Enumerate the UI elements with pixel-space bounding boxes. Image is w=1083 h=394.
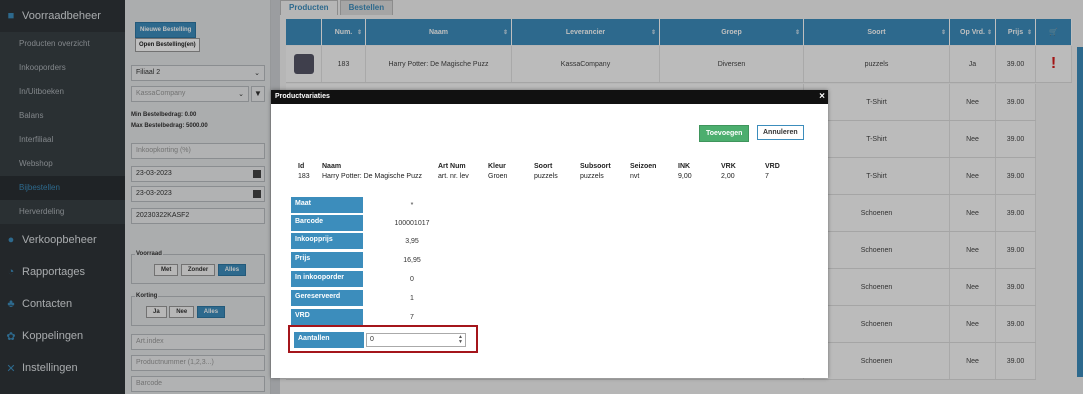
info-label: Subsoort xyxy=(580,163,611,170)
info-artnum: Art Num art. nr. lev xyxy=(438,163,469,180)
info-subsoort: Subsoort puzzels xyxy=(580,163,611,180)
close-icon[interactable]: × xyxy=(819,91,825,102)
info-seizoen: Seizoen nvt xyxy=(630,163,656,180)
prop-label: Maat xyxy=(291,197,363,213)
info-value: Groen xyxy=(488,173,508,180)
prop-vrd: VRD 7 xyxy=(291,309,461,325)
quantity-value: 0 xyxy=(370,336,374,343)
prop-value: * xyxy=(410,201,414,209)
info-vrk: VRK 2,00 xyxy=(721,163,736,180)
info-value: nvt xyxy=(630,173,640,180)
info-label: Id xyxy=(298,163,305,170)
toevoegen-button[interactable]: Toevoegen xyxy=(699,125,750,142)
prop-value: 16,95 xyxy=(403,256,421,264)
prop-label: VRD xyxy=(291,309,363,325)
prop-value: 1 xyxy=(410,294,414,302)
app-window: ■ Voorraadbeheer Producten overzicht Ink… xyxy=(0,0,1083,394)
productvariaties-modal: Productvariaties × Toevoegen Annuleren I… xyxy=(271,90,828,378)
info-label: INK xyxy=(678,163,691,170)
quantity-stepper[interactable]: 0 ▲ ▼ xyxy=(366,333,466,347)
info-ink: INK 9,00 xyxy=(678,163,692,180)
info-label: Seizoen xyxy=(630,163,657,170)
info-value: 183 xyxy=(298,173,310,180)
info-naam: Naam Harry Potter: De Magische Puzz xyxy=(322,163,422,180)
info-value: 7 xyxy=(765,173,769,180)
info-vrd: VRD 7 xyxy=(765,163,780,180)
prop-value: 3,95 xyxy=(405,237,419,245)
info-value: puzzels xyxy=(580,173,604,180)
quantity-highlight: Aantallen 0 ▲ ▼ xyxy=(288,325,478,353)
prop-label: Barcode xyxy=(291,215,363,231)
spinner-icon[interactable]: ▲ ▼ xyxy=(458,335,463,345)
quantity-label: Aantallen xyxy=(294,332,364,348)
info-soort: Soort puzzels xyxy=(534,163,558,180)
info-value: 9,00 xyxy=(678,173,692,180)
info-label: Kleur xyxy=(488,163,506,170)
prop-label: Gereserveerd xyxy=(291,290,363,306)
prop-in-inkooporder: In inkooporder 0 xyxy=(291,271,461,287)
prop-label: Prijs xyxy=(291,252,363,268)
modal-header: Productvariaties × xyxy=(271,90,828,104)
info-value: art. nr. lev xyxy=(438,173,469,180)
info-value: puzzels xyxy=(534,173,558,180)
prop-label: Inkoopprijs xyxy=(291,233,363,249)
info-kleur: Kleur Groen xyxy=(488,163,507,180)
modal-title: Productvariaties xyxy=(275,93,330,100)
prop-inkoopprijs: Inkoopprijs 3,95 xyxy=(291,233,461,249)
prop-value: 0 xyxy=(410,275,414,283)
info-label: VRD xyxy=(765,163,780,170)
info-value: Harry Potter: De Magische Puzz xyxy=(322,173,422,180)
prop-value: 7 xyxy=(410,313,414,321)
annuleren-button[interactable]: Annuleren xyxy=(757,125,804,140)
prop-label: In inkooporder xyxy=(291,271,363,287)
info-label: Art Num xyxy=(438,163,466,170)
info-value: 2,00 xyxy=(721,173,735,180)
info-id: Id 183 xyxy=(298,163,310,180)
prop-maat: Maat * xyxy=(291,197,461,213)
info-label: Naam xyxy=(322,163,342,170)
prop-gereserveerd: Gereserveerd 1 xyxy=(291,290,461,306)
prop-value: 100001017 xyxy=(394,219,430,227)
prop-barcode: Barcode 100001017 xyxy=(291,215,461,231)
info-label: Soort xyxy=(534,163,553,170)
prop-prijs: Prijs 16,95 xyxy=(291,252,461,268)
info-label: VRK xyxy=(721,163,736,170)
